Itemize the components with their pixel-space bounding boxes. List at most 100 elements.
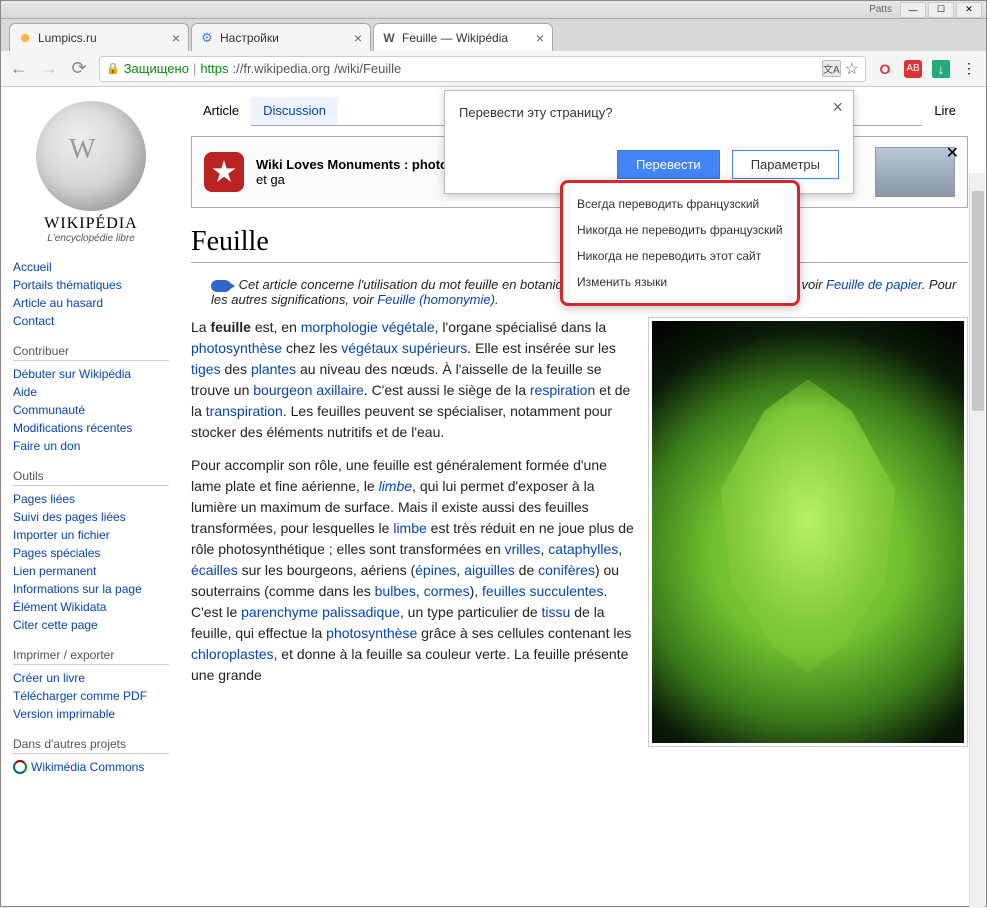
sidebar-pagesliees[interactable]: Pages liées bbox=[13, 490, 169, 508]
url-box[interactable]: 🔒 Защищено | https://fr.wikipedia.org/wi… bbox=[99, 56, 866, 82]
link-epines[interactable]: épines bbox=[415, 562, 456, 578]
tab-lire[interactable]: Lire bbox=[922, 97, 968, 126]
wikipedia-logo[interactable]: WIKIPÉDIA L'encyclopédie libre bbox=[13, 101, 169, 244]
sidebar-wikidata[interactable]: Élément Wikidata bbox=[13, 598, 169, 616]
scrollbar-vertical[interactable] bbox=[969, 173, 985, 907]
sidebar-permanent[interactable]: Lien permanent bbox=[13, 562, 169, 580]
bookmark-star-icon[interactable]: ☆ bbox=[845, 59, 859, 79]
tab-wikipedia[interactable]: W Feuille — Wikipédia × bbox=[373, 23, 553, 51]
link-transpiration[interactable]: transpiration bbox=[206, 403, 283, 419]
link-photosynthese[interactable]: photosynthèse bbox=[191, 340, 282, 356]
link-respiration[interactable]: respiration bbox=[530, 382, 595, 398]
opt-never-translate-lang[interactable]: Никогда не переводить французский bbox=[563, 217, 797, 243]
address-bar: ← → ⟳ 🔒 Защищено | https://fr.wikipedia.… bbox=[1, 51, 986, 87]
adblock-icon[interactable]: AB bbox=[904, 60, 922, 78]
tab-close-icon[interactable]: × bbox=[172, 30, 180, 46]
link-homonymie[interactable]: Feuille (homonymie) bbox=[377, 292, 495, 307]
banner-close-icon[interactable]: ✕ bbox=[946, 143, 959, 163]
extension-icons: O AB ↓ ⋮ bbox=[876, 60, 978, 78]
link-tiges[interactable]: tiges bbox=[191, 361, 221, 377]
link-photosynthese2[interactable]: photosynthèse bbox=[326, 625, 417, 641]
link-feuille-papier[interactable]: Feuille de papier bbox=[826, 277, 922, 292]
opera-icon[interactable]: O bbox=[876, 60, 894, 78]
sidebar-head-contribuer: Contribuer bbox=[13, 344, 169, 361]
sidebar-head-print: Imprimer / exporter bbox=[13, 648, 169, 665]
tab-lumpics[interactable]: Lumpics.ru × bbox=[9, 23, 189, 51]
article-image[interactable] bbox=[648, 317, 968, 747]
back-button[interactable]: ← bbox=[9, 58, 29, 79]
menu-icon[interactable]: ⋮ bbox=[960, 60, 978, 78]
sidebar-imprim[interactable]: Version imprimable bbox=[13, 705, 169, 723]
article-body: La feuille est, en morphologie végétale,… bbox=[191, 317, 634, 747]
link-ecailles[interactable]: écailles bbox=[191, 562, 238, 578]
sidebar-suivi[interactable]: Suivi des pages liées bbox=[13, 508, 169, 526]
link-limbe2[interactable]: limbe bbox=[393, 520, 426, 536]
link-vegetaux[interactable]: végétaux supérieurs bbox=[341, 340, 467, 356]
sidebar-portails[interactable]: Portails thématiques bbox=[13, 276, 169, 294]
favicon-wikipedia: W bbox=[382, 31, 396, 45]
translate-popup: × Перевести эту страницу? Перевести Пара… bbox=[444, 90, 854, 194]
window-max-button[interactable]: ☐ bbox=[928, 2, 954, 18]
translate-close-icon[interactable]: × bbox=[832, 97, 843, 118]
url-scheme: https bbox=[200, 61, 228, 76]
link-tissu[interactable]: tissu bbox=[542, 604, 571, 620]
sidebar-speciales[interactable]: Pages spéciales bbox=[13, 544, 169, 562]
download-icon[interactable]: ↓ bbox=[932, 60, 950, 78]
translate-options-menu: Всегда переводить французский Никогда не… bbox=[560, 180, 800, 306]
tab-label: Lumpics.ru bbox=[38, 31, 97, 45]
sidebar-commons[interactable]: Wikimédia Commons bbox=[13, 758, 169, 776]
logo-title: WIKIPÉDIA bbox=[13, 215, 169, 233]
sidebar-accueil[interactable]: Accueil bbox=[13, 258, 169, 276]
sidebar: WIKIPÉDIA L'encyclopédie libre Accueil P… bbox=[1, 87, 181, 908]
tab-article[interactable]: Article bbox=[191, 97, 251, 126]
link-parenchyme[interactable]: parenchyme palissadique bbox=[241, 604, 400, 620]
sidebar-communaute[interactable]: Communauté bbox=[13, 401, 169, 419]
translate-button[interactable]: Перевести bbox=[617, 150, 720, 179]
sidebar-head-other: Dans d'autres projets bbox=[13, 737, 169, 754]
link-vrilles[interactable]: vrilles bbox=[505, 541, 541, 557]
translate-icon[interactable]: 文A bbox=[822, 60, 841, 77]
sidebar-importer[interactable]: Importer un fichier bbox=[13, 526, 169, 544]
link-cataphylles[interactable]: cataphylles bbox=[548, 541, 618, 557]
url-host: ://fr.wikipedia.org bbox=[233, 61, 331, 76]
tab-discussion[interactable]: Discussion bbox=[251, 97, 338, 125]
tab-label: Feuille — Wikipédia bbox=[402, 31, 508, 45]
link-bourgeon[interactable]: bourgeon axillaire bbox=[253, 382, 364, 398]
reload-button[interactable]: ⟳ bbox=[69, 58, 89, 79]
tab-settings[interactable]: ⚙ Настройки × bbox=[191, 23, 371, 51]
sidebar-aide[interactable]: Aide bbox=[13, 383, 169, 401]
sidebar-debuter[interactable]: Débuter sur Wikipédia bbox=[13, 365, 169, 383]
link-limbe1[interactable]: limbe bbox=[379, 478, 412, 494]
link-succulentes[interactable]: feuilles succulentes bbox=[482, 583, 603, 599]
sidebar-citer[interactable]: Citer cette page bbox=[13, 616, 169, 634]
opt-change-languages[interactable]: Изменить языки bbox=[563, 269, 797, 295]
scrollbar-thumb[interactable] bbox=[972, 191, 984, 411]
sidebar-infos[interactable]: Informations sur la page bbox=[13, 580, 169, 598]
disambig-icon bbox=[211, 280, 231, 292]
sidebar-modifs[interactable]: Modifications récentes bbox=[13, 419, 169, 437]
logo-subtitle: L'encyclopédie libre bbox=[13, 233, 169, 244]
opt-never-translate-site[interactable]: Никогда не переводить этот сайт bbox=[563, 243, 797, 269]
tab-close-icon[interactable]: × bbox=[354, 30, 362, 46]
link-cormes[interactable]: cormes bbox=[424, 583, 470, 599]
translate-options-button[interactable]: Параметры bbox=[732, 150, 839, 179]
sidebar-contact[interactable]: Contact bbox=[13, 312, 169, 330]
link-coniferes[interactable]: conifères bbox=[538, 562, 595, 578]
banner-line2: et ga bbox=[256, 172, 285, 187]
link-aiguilles[interactable]: aiguilles bbox=[464, 562, 515, 578]
opt-always-translate[interactable]: Всегда переводить французский bbox=[563, 191, 797, 217]
window-close-button[interactable]: ✕ bbox=[956, 2, 982, 18]
sidebar-don[interactable]: Faire un don bbox=[13, 437, 169, 455]
sidebar-hasard[interactable]: Article au hasard bbox=[13, 294, 169, 312]
window-user: Patts bbox=[869, 4, 892, 15]
sidebar-pdf[interactable]: Télécharger comme PDF bbox=[13, 687, 169, 705]
window-min-button[interactable]: — bbox=[900, 2, 926, 18]
link-morphologie[interactable]: morphologie végétale bbox=[301, 319, 435, 335]
link-plantes[interactable]: plantes bbox=[251, 361, 296, 377]
tab-close-icon[interactable]: × bbox=[536, 30, 544, 46]
sidebar-livre[interactable]: Créer un livre bbox=[13, 669, 169, 687]
leaf-photo bbox=[652, 321, 964, 743]
forward-button[interactable]: → bbox=[39, 58, 59, 79]
link-bulbes[interactable]: bulbes bbox=[375, 583, 416, 599]
link-chloroplastes[interactable]: chloroplastes bbox=[191, 646, 274, 662]
